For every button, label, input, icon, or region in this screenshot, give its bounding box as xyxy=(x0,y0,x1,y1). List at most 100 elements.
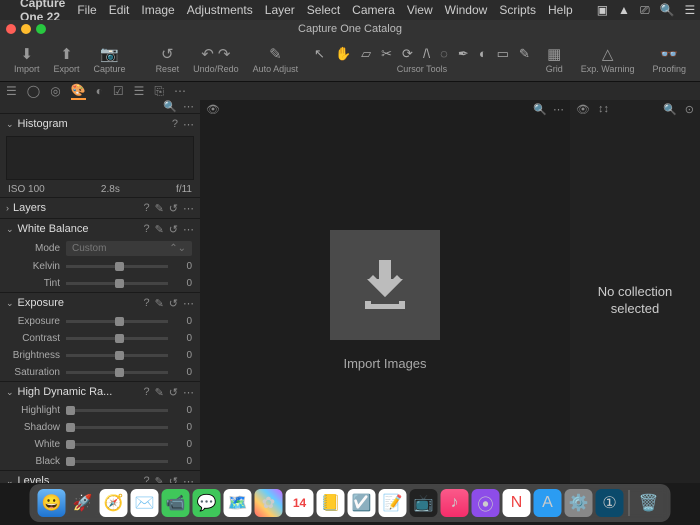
menu-scripts[interactable]: Scripts xyxy=(499,3,536,17)
dock-notes-icon[interactable]: 📝 xyxy=(379,489,407,517)
menu-select[interactable]: Select xyxy=(307,3,340,17)
chevron-down-icon[interactable]: ⌄ xyxy=(6,119,14,130)
keystone-tool-icon[interactable]: /\ xyxy=(423,46,430,62)
menu-window[interactable]: Window xyxy=(445,3,488,17)
view-toggle-icon[interactable]: 👁 xyxy=(206,103,220,116)
loupe-tool-icon[interactable]: ▱ xyxy=(361,46,371,62)
panel-more-icon[interactable]: ⋯ xyxy=(183,100,194,113)
zoom-button[interactable] xyxy=(36,24,46,34)
tint-slider[interactable] xyxy=(66,282,168,285)
dock-finder-icon[interactable]: 😀 xyxy=(38,489,66,517)
dock-launchpad-icon[interactable]: 🚀 xyxy=(69,489,97,517)
saturation-slider[interactable] xyxy=(66,371,168,374)
dock-music-icon[interactable]: ♪ xyxy=(441,489,469,517)
more-icon[interactable]: ⋯ xyxy=(183,475,194,484)
mirror-icon[interactable]: ⎚ xyxy=(640,3,650,18)
dock-appstore-icon[interactable]: A xyxy=(534,489,562,517)
menu-edit[interactable]: Edit xyxy=(109,3,130,17)
dock-trash-icon[interactable]: 🗑️ xyxy=(635,489,663,517)
more-icon[interactable]: ⋯ xyxy=(183,118,194,131)
dock-calendar-icon[interactable]: 14 xyxy=(286,489,314,517)
undoredo-button[interactable]: ↶ ↷ Undo/Redo xyxy=(189,45,243,74)
exposure-slider[interactable] xyxy=(66,320,168,323)
help-icon[interactable]: ? xyxy=(143,386,149,399)
reset-icon[interactable]: ↺ xyxy=(169,223,178,236)
white-slider[interactable] xyxy=(66,443,168,446)
tool-icon[interactable]: ✎ xyxy=(155,202,164,215)
tool-icon[interactable]: ✎ xyxy=(155,475,164,484)
shadow-slider[interactable] xyxy=(66,426,168,429)
reset-icon[interactable]: ↺ xyxy=(169,297,178,310)
airplay-icon[interactable]: ▲ xyxy=(618,3,630,18)
picker-icon[interactable]: ✎ xyxy=(155,223,164,236)
dock-maps-icon[interactable]: 🗺️ xyxy=(224,489,252,517)
more-icon[interactable]: ⋯ xyxy=(183,202,194,215)
browser-view-icon[interactable]: 👁 xyxy=(576,103,590,116)
search-icon[interactable]: 🔍 xyxy=(163,100,177,113)
more-icon[interactable]: ⋯ xyxy=(183,297,194,310)
import-dropzone[interactable] xyxy=(330,230,440,340)
control-center-icon[interactable]: ☰ xyxy=(685,3,696,18)
expwarning-button[interactable]: △ Exp. Warning xyxy=(577,45,639,74)
rotate-tool-icon[interactable]: ⟳ xyxy=(402,46,413,62)
minimize-button[interactable] xyxy=(21,24,31,34)
black-slider[interactable] xyxy=(66,460,168,463)
more-icon[interactable]: ⋯ xyxy=(183,386,194,399)
tab-details-icon[interactable]: ☑ xyxy=(113,84,124,98)
crop-tool-icon[interactable]: ✂ xyxy=(381,46,392,62)
menu-image[interactable]: Image xyxy=(141,3,174,17)
brightness-slider[interactable] xyxy=(66,354,168,357)
grid-button[interactable]: ▦ Grid xyxy=(542,45,567,74)
help-icon[interactable]: ? xyxy=(143,475,149,484)
autoadjust-button[interactable]: ✎ Auto Adjust xyxy=(249,45,303,74)
reset-icon[interactable]: ↺ xyxy=(169,386,178,399)
spotlight-icon[interactable]: 🔍 xyxy=(660,3,675,18)
menu-adjustments[interactable]: Adjustments xyxy=(187,3,253,17)
hand-tool-icon[interactable]: ✋ xyxy=(335,46,351,62)
dock-tv-icon[interactable]: 📺 xyxy=(410,489,438,517)
browser-sort-icon[interactable]: ↕↕ xyxy=(598,103,609,115)
dock-messages-icon[interactable]: 💬 xyxy=(193,489,221,517)
gradient-tool-icon[interactable]: ▭ xyxy=(497,46,509,62)
help-icon[interactable]: ? xyxy=(172,118,178,131)
spot-tool-icon[interactable]: ◌ xyxy=(440,46,448,62)
dock-safari-icon[interactable]: 🧭 xyxy=(100,489,128,517)
more-icon[interactable]: ⋯ xyxy=(183,223,194,236)
dock-podcasts-icon[interactable]: ⦿ xyxy=(472,489,500,517)
tool-icon[interactable]: ✎ xyxy=(155,297,164,310)
menu-help[interactable]: Help xyxy=(548,3,573,17)
dock-photos-icon[interactable]: ✿ xyxy=(255,489,283,517)
brush-tool-icon[interactable]: ✒ xyxy=(458,46,469,62)
reset-icon[interactable]: ↺ xyxy=(169,202,178,215)
mode-dropdown[interactable]: Custom⌃⌄ xyxy=(66,241,192,256)
menu-file[interactable]: File xyxy=(77,3,96,17)
select-tool-icon[interactable]: ↖ xyxy=(314,46,325,62)
browser-search-icon[interactable]: 🔍 xyxy=(663,103,677,116)
tool-icon[interactable]: ✎ xyxy=(155,386,164,399)
help-icon[interactable]: ? xyxy=(143,297,149,310)
picker-tool-icon[interactable]: ✎ xyxy=(519,46,530,62)
tab-color-icon[interactable]: 🎨 xyxy=(71,83,86,100)
menu-camera[interactable]: Camera xyxy=(352,3,395,17)
tab-styles-icon[interactable]: ☰ xyxy=(134,84,145,98)
eraser-tool-icon[interactable]: ◐ xyxy=(479,46,487,62)
chevron-down-icon[interactable]: ⌄ xyxy=(6,476,14,484)
reset-button[interactable]: ↺ Reset xyxy=(152,45,184,74)
chevron-right-icon[interactable]: › xyxy=(6,203,9,213)
tab-lens-icon[interactable]: ◎ xyxy=(50,84,60,98)
proofing-button[interactable]: 👓 Proofing xyxy=(648,45,690,74)
tab-library-icon[interactable]: ☰ xyxy=(6,84,17,98)
close-button[interactable] xyxy=(6,24,16,34)
contrast-slider[interactable] xyxy=(66,337,168,340)
kelvin-slider[interactable] xyxy=(66,265,168,268)
export-button[interactable]: ⬆ Export xyxy=(50,45,84,74)
viewer-search-icon[interactable]: 🔍 xyxy=(533,103,547,116)
display-icon[interactable]: ▣ xyxy=(597,3,608,18)
tab-exposure-icon[interactable]: ◐ xyxy=(96,84,103,98)
dock-contacts-icon[interactable]: 📒 xyxy=(317,489,345,517)
dock-news-icon[interactable]: N xyxy=(503,489,531,517)
reset-icon[interactable]: ↺ xyxy=(169,475,178,484)
capture-button[interactable]: 📷 Capture xyxy=(90,45,130,74)
browser-zoom-icon[interactable]: ⊙ xyxy=(685,103,694,116)
viewer-more-icon[interactable]: ⋯ xyxy=(553,103,564,116)
